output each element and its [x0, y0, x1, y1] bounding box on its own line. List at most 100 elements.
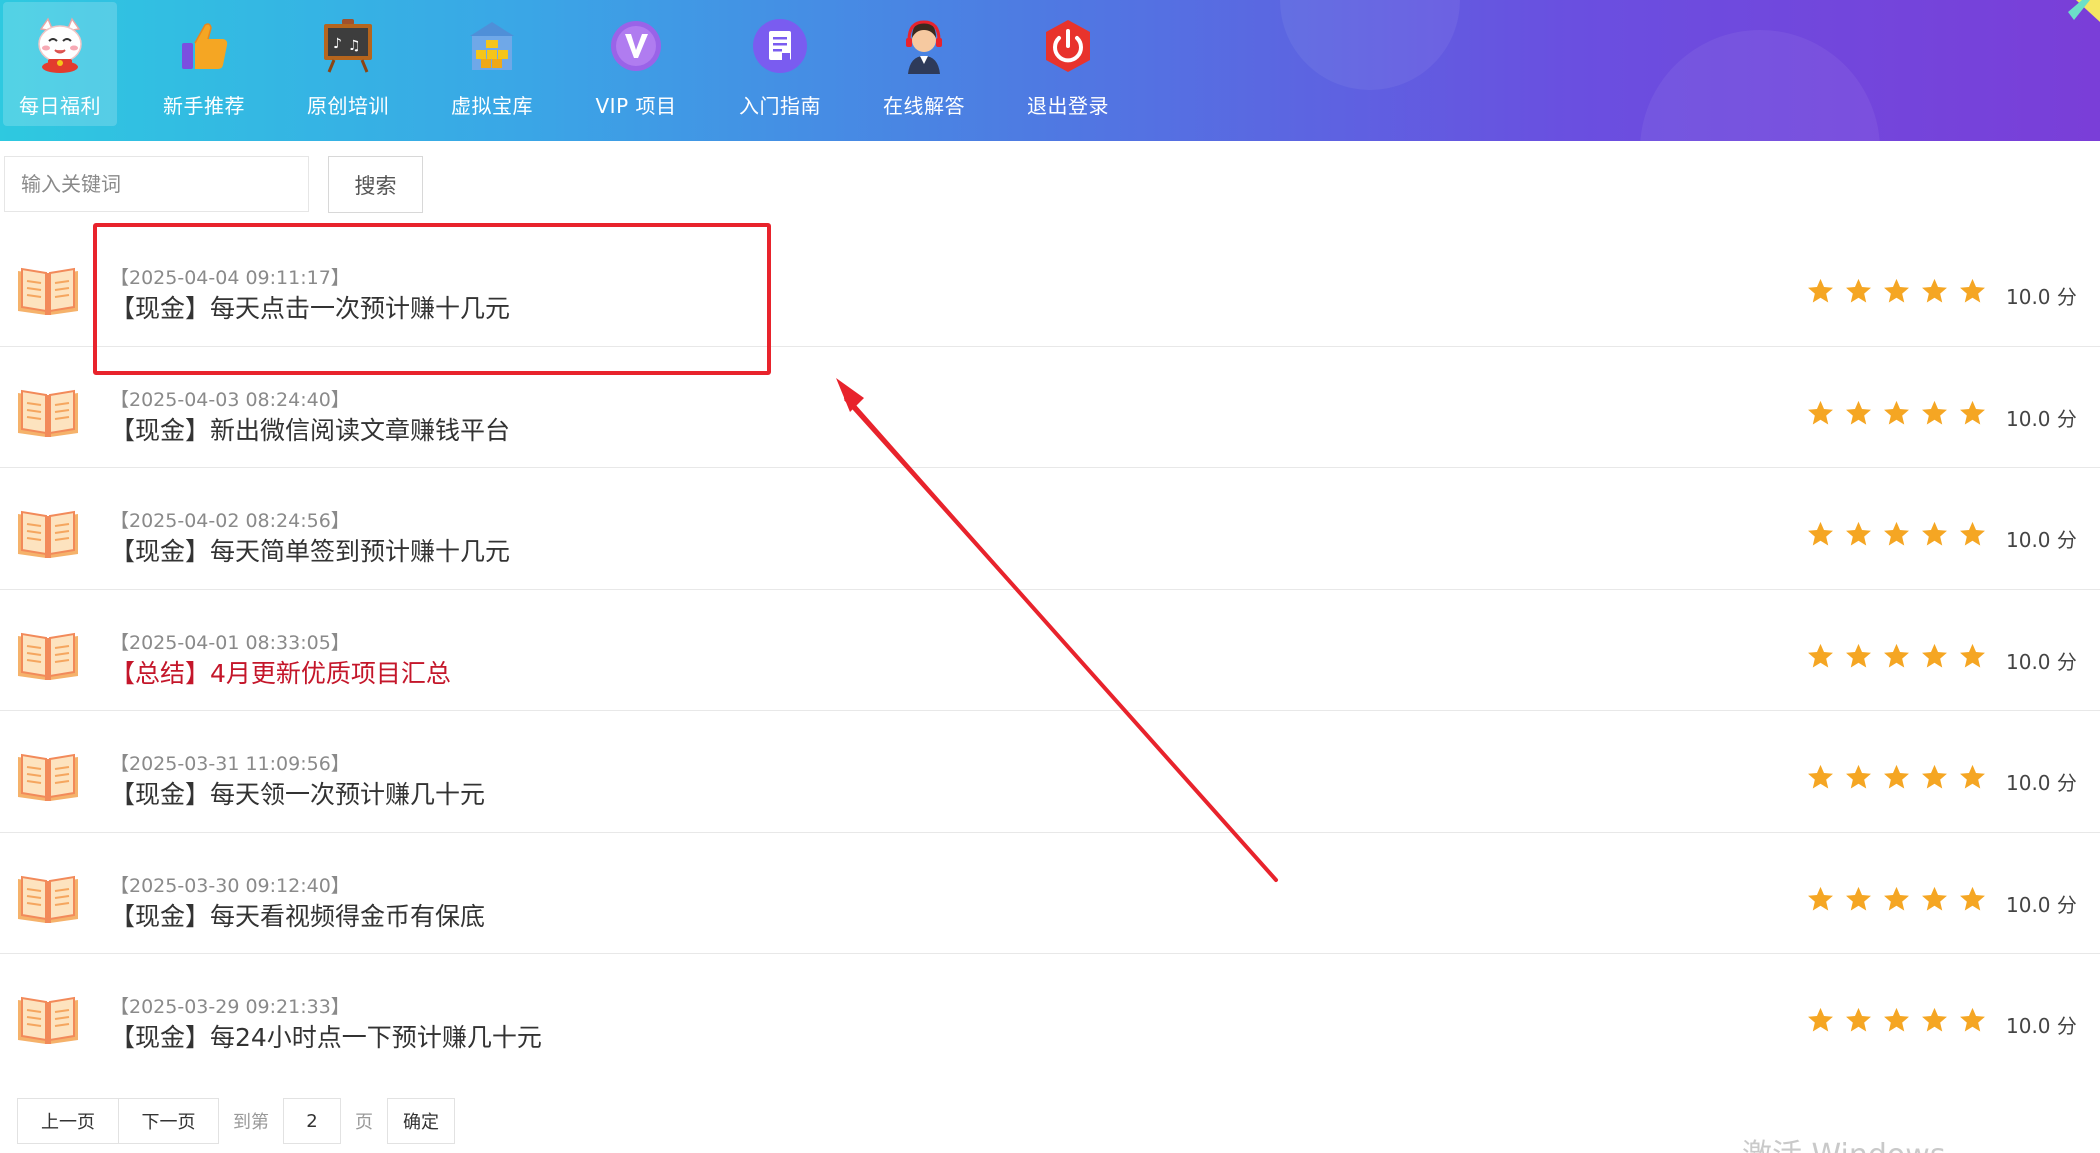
article-title-link[interactable]: 【现金】每天简单签到预计赚十几元: [110, 532, 510, 568]
list-item[interactable]: 【2025-04-03 08:24:40】 【现金】新出微信阅读文章赚钱平台 10.…: [0, 347, 2100, 468]
list-item[interactable]: 【2025-03-31 11:09:56】 【现金】每天领一次预计赚几十元 10.0…: [0, 711, 2100, 833]
rating-score: 10.0 分: [2006, 1014, 2077, 1038]
article-title-link[interactable]: 【现金】每24小时点一下预计赚几十元: [110, 1018, 542, 1054]
star-rating: [1806, 1006, 1987, 1039]
open-book-icon: [16, 385, 80, 439]
star-icon: [1920, 399, 1949, 432]
open-book-icon: [16, 628, 80, 682]
page-number-input[interactable]: [283, 1098, 341, 1144]
lucky-cat-icon: [30, 16, 90, 76]
nav-label: 退出登录: [1027, 94, 1109, 118]
star-rating: [1806, 763, 1987, 796]
header-decoration: [1280, 0, 1460, 90]
article-title-link[interactable]: 【现金】每天点击一次预计赚十几元: [110, 289, 510, 325]
star-icon: [1806, 520, 1835, 553]
article-date: 【2025-03-31 11:09:56】: [110, 753, 350, 775]
nav-item-original-training[interactable]: ♪ ♫ 原创培训: [291, 2, 405, 126]
customer-service-icon: [894, 16, 954, 76]
document-icon: [750, 16, 810, 76]
article-title-link[interactable]: 【总结】4月更新优质项目汇总: [110, 654, 451, 690]
prev-page-button[interactable]: 上一页: [17, 1098, 119, 1144]
star-icon: [1806, 642, 1835, 675]
open-book-icon: [16, 506, 80, 560]
star-rating: [1806, 642, 1987, 675]
star-icon: [1844, 399, 1873, 432]
nav-item-virtual-treasury[interactable]: 虚拟宝库: [435, 2, 549, 126]
star-icon: [1882, 642, 1911, 675]
list-item[interactable]: 【2025-04-02 08:24:56】 【现金】每天简单签到预计赚十几元 10.…: [0, 468, 2100, 590]
open-book-icon: [16, 871, 80, 925]
star-icon: [1882, 885, 1911, 918]
star-icon: [1958, 399, 1987, 432]
star-icon: [1958, 885, 1987, 918]
search-input[interactable]: [4, 156, 309, 212]
open-book-icon: [16, 992, 80, 1046]
list-item[interactable]: 【2025-04-04 09:11:17】 【现金】每天点击一次预计赚十几元 10.…: [0, 225, 2100, 347]
goto-page-label: 到第: [233, 1112, 269, 1133]
star-icon: [1920, 520, 1949, 553]
svg-text:♫: ♫: [348, 38, 361, 54]
nav-item-getting-started[interactable]: 入门指南: [723, 2, 837, 126]
treasure-store-icon: [462, 16, 522, 76]
article-date: 【2025-04-02 08:24:56】: [110, 510, 350, 532]
article-title-link[interactable]: 【现金】新出微信阅读文章赚钱平台: [110, 411, 510, 447]
star-icon: [1844, 520, 1873, 553]
star-icon: [1882, 763, 1911, 796]
next-page-button[interactable]: 下一页: [119, 1098, 219, 1144]
star-icon: [1882, 1006, 1911, 1039]
article-date: 【2025-03-29 09:21:33】: [110, 996, 350, 1018]
rating-score: 10.0 分: [2006, 406, 2077, 431]
pagination: 上一页 下一页 到第 页 确定: [17, 1098, 455, 1144]
star-rating: [1806, 399, 1987, 432]
article-date: 【2025-04-01 08:33:05】: [110, 631, 350, 654]
article-date: 【2025-04-03 08:24:40】: [110, 388, 350, 411]
star-rating: [1806, 277, 1987, 310]
svg-text:♪: ♪: [333, 36, 342, 52]
list-item[interactable]: 【2025-03-29 09:21:33】 【现金】每24小时点一下预计赚几十元 1…: [0, 954, 2100, 1076]
nav-item-daily-welfare[interactable]: 每日福利: [3, 2, 117, 126]
corner-decoration-icon: [2068, 0, 2100, 22]
star-icon: [1958, 520, 1987, 553]
star-icon: [1806, 763, 1835, 796]
nav-item-vip-project[interactable]: VIP 项目: [579, 2, 693, 126]
top-navigation-bar: 每日福利 新手推荐 ♪ ♫ 原创培训 虚拟宝库 VIP 项目 入门指南 在线解答…: [0, 0, 2100, 141]
power-icon: [1038, 16, 1098, 76]
list-item[interactable]: 【2025-03-30 09:12:40】 【现金】每天看视频得金币有保底 10.0…: [0, 833, 2100, 954]
star-icon: [1920, 642, 1949, 675]
nav-label: 每日福利: [19, 94, 101, 118]
nav-item-newbie-recommend[interactable]: 新手推荐: [147, 2, 261, 126]
vip-badge-icon: [606, 16, 666, 76]
article-date: 【2025-04-04 09:11:17】: [110, 267, 350, 289]
star-icon: [1844, 885, 1873, 918]
star-icon: [1958, 642, 1987, 675]
rating-score: 10.0 分: [2006, 649, 2077, 674]
star-icon: [1958, 277, 1987, 310]
nav-item-online-answers[interactable]: 在线解答: [867, 2, 981, 126]
search-button[interactable]: 搜索: [328, 156, 423, 213]
nav-label: VIP 项目: [595, 94, 677, 118]
star-icon: [1844, 642, 1873, 675]
star-icon: [1844, 1006, 1873, 1039]
star-icon: [1920, 1006, 1949, 1039]
star-icon: [1958, 763, 1987, 796]
thumbs-up-icon: [174, 16, 234, 76]
star-icon: [1920, 885, 1949, 918]
nav-item-logout[interactable]: 退出登录: [1011, 2, 1125, 126]
confirm-page-button[interactable]: 确定: [387, 1098, 455, 1144]
header-decoration: [1640, 30, 1880, 141]
star-icon: [1806, 399, 1835, 432]
star-icon: [1882, 399, 1911, 432]
article-title-link[interactable]: 【现金】每天领一次预计赚几十元: [110, 775, 485, 811]
star-icon: [1844, 763, 1873, 796]
article-title-link[interactable]: 【现金】每天看视频得金币有保底: [110, 897, 485, 933]
star-rating: [1806, 520, 1987, 553]
star-icon: [1920, 277, 1949, 310]
open-book-icon: [16, 263, 80, 317]
star-rating: [1806, 885, 1987, 918]
rating-score: 10.0 分: [2006, 528, 2077, 552]
nav-label: 入门指南: [739, 94, 821, 118]
list-item[interactable]: 【2025-04-01 08:33:05】 【总结】4月更新优质项目汇总 10.0 …: [0, 590, 2100, 711]
star-icon: [1920, 763, 1949, 796]
nav-label: 新手推荐: [163, 94, 245, 118]
nav-label: 原创培训: [307, 94, 389, 118]
